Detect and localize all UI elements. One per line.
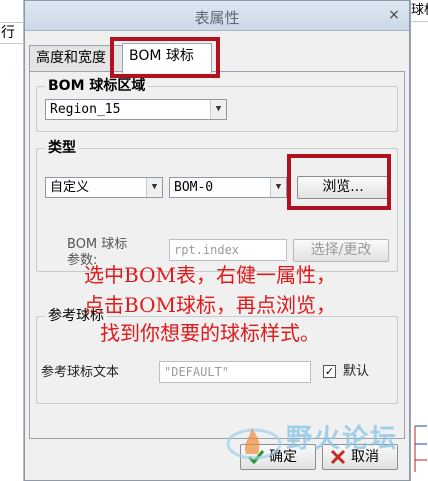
type-label: 类型 (45, 139, 79, 157)
reference-balloon-text-label: 参考球标文本 (41, 365, 120, 380)
background-table-row: 行 (0, 22, 24, 44)
background-column-header: 球标 (411, 0, 428, 22)
bom-region-label: BOM 球标区域 (45, 77, 149, 95)
dialog-titlebar[interactable]: 表属性 × (25, 1, 409, 31)
select-change-button[interactable]: 选择/更改 (293, 239, 389, 262)
default-checkbox[interactable]: ✓ (323, 365, 336, 378)
instruction-line-3: 找到你想要的球标样式。 (100, 321, 320, 345)
chevron-down-icon: ▼ (270, 178, 286, 197)
chevron-down-icon: ▼ (210, 100, 226, 119)
flame-logo-icon (226, 428, 282, 460)
forum-watermark: 野火论坛 (226, 416, 416, 466)
close-icon[interactable]: × (385, 6, 403, 24)
bom-symbol-value: BOM-0 (174, 180, 214, 195)
bom-tab-highlight (110, 37, 220, 78)
bom-region-value: Region_15 (50, 102, 121, 117)
tab-height-width[interactable]: 高度和宽度 (29, 45, 123, 71)
reference-balloon-text-input[interactable]: "DEFAULT" (159, 361, 311, 383)
bom-balloon-param-label-line1: BOM 球标 (67, 237, 128, 252)
instruction-line-2: 点击BOM球标，再点浏览， (84, 293, 336, 317)
chevron-down-icon: ▼ (146, 178, 162, 197)
browse-highlight (287, 154, 391, 210)
dialog-title: 表属性 (194, 9, 240, 27)
watermark-text: 野火论坛 (286, 424, 399, 454)
bom-symbol-select[interactable]: BOM-0 ▼ (169, 177, 287, 198)
background-left-panel: 行 (0, 0, 24, 481)
instruction-line-1: 选中BOM表，右健一属性， (84, 263, 336, 287)
default-label: 默认 (343, 364, 370, 379)
background-right-panel: 球标 (410, 0, 428, 481)
tab-panel-bom-balloon: BOM 球标区域 Region_15 ▼ 类型 自定义 ▼ BOM-0 ▼ 浏览… (29, 71, 405, 439)
bom-region-select[interactable]: Region_15 ▼ (45, 99, 227, 120)
bom-region-group: BOM 球标区域 Region_15 ▼ (36, 77, 398, 132)
type-value: 自定义 (50, 180, 90, 195)
type-select[interactable]: 自定义 ▼ (45, 177, 163, 198)
param-input[interactable]: rpt.index (169, 239, 287, 261)
